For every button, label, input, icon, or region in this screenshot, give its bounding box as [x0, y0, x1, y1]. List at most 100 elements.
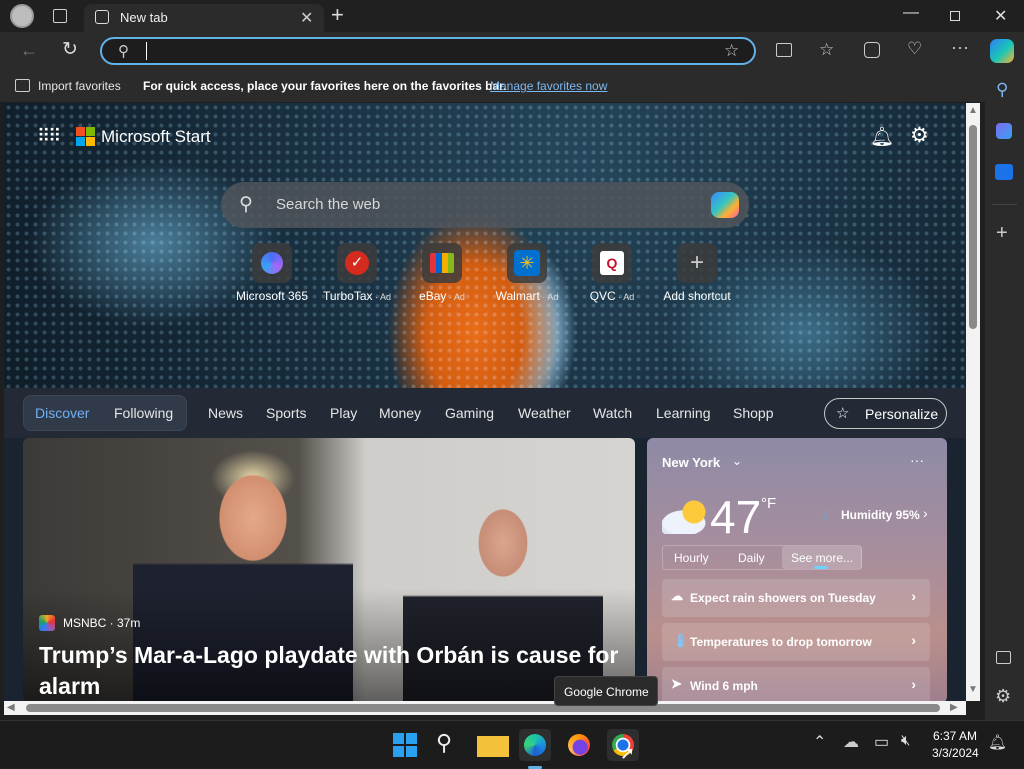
- ad-badge: Ad: [380, 292, 392, 302]
- shortcut-qvc[interactable]: Q QVC · Ad: [572, 243, 652, 303]
- shortcut-turbotax[interactable]: ✓ TurboTax · Ad: [317, 243, 397, 303]
- tab-hourly[interactable]: Hourly: [674, 551, 709, 565]
- weather-card[interactable]: New York ⌄ ··· 47 °F 💧︎ Humidity 95% › H…: [647, 438, 947, 701]
- page-settings-icon[interactable]: ⚙: [910, 123, 929, 148]
- weather-row-text: Wind 6 mph: [690, 679, 758, 693]
- address-bar[interactable]: ⚲ ☆: [100, 37, 756, 65]
- firefox-icon[interactable]: [563, 729, 595, 761]
- split-screen-icon[interactable]: [776, 43, 792, 57]
- collections-icon[interactable]: [864, 42, 880, 58]
- nav-news[interactable]: News: [208, 405, 243, 421]
- brand-title[interactable]: Microsoft Start: [101, 127, 211, 147]
- top-story-card[interactable]: MSNBC · 37m Trump’s Mar-a-Lago playdate …: [23, 438, 635, 701]
- nav-shopping[interactable]: Shopp: [733, 405, 773, 421]
- network-icon[interactable]: ▭: [874, 732, 889, 752]
- more-menu-icon[interactable]: ···: [951, 37, 969, 58]
- favorites-icon[interactable]: ☆: [819, 40, 834, 60]
- nav-money[interactable]: Money: [379, 405, 421, 421]
- minimize-button[interactable]: —: [903, 4, 919, 22]
- tab-actions-icon[interactable]: [53, 9, 67, 23]
- weather-humidity: Humidity 95%: [841, 508, 920, 522]
- start-windows-icon[interactable]: [389, 729, 421, 761]
- story-source: MSNBC · 37m: [63, 616, 141, 630]
- tooltip-text: Google Chrome: [564, 685, 649, 699]
- tab-daily[interactable]: Daily: [738, 551, 765, 565]
- profile-avatar[interactable]: [10, 4, 34, 28]
- scroll-left-icon[interactable]: ◀: [7, 702, 15, 713]
- nav-learning[interactable]: Learning: [656, 405, 711, 421]
- shortcut-add[interactable]: + Add shortcut: [657, 243, 737, 303]
- new-tab-button[interactable]: +: [331, 2, 344, 28]
- outlook-icon[interactable]: [995, 164, 1013, 180]
- msnbc-logo-icon: [39, 615, 55, 631]
- sidebar-search-icon[interactable]: ⚲: [996, 80, 1008, 100]
- scroll-right-icon[interactable]: ▶: [950, 702, 958, 713]
- app-launcher-icon[interactable]: ⠿⠿: [37, 126, 61, 147]
- weather-alert-temperature[interactable]: 🌡︎ Temperatures to drop tomorrow ›: [662, 623, 930, 661]
- copilot-search-icon[interactable]: [711, 192, 739, 218]
- clock-date[interactable]: 3/3/2024: [932, 746, 979, 760]
- nav-sports[interactable]: Sports: [266, 405, 306, 421]
- nav-play[interactable]: Play: [330, 405, 357, 421]
- shortcut-microsoft-365[interactable]: Microsoft 365: [232, 243, 312, 303]
- restore-button[interactable]: [950, 11, 960, 21]
- notification-center-icon[interactable]: 🔔︎: [988, 733, 1007, 751]
- add-shortcut-icon: +: [689, 249, 704, 276]
- address-input[interactable]: [146, 42, 706, 60]
- weather-row-text: Expect rain showers on Tuesday: [690, 591, 876, 605]
- horizontal-scrollbar[interactable]: ◀ ▶: [4, 701, 966, 715]
- sidebar-settings-icon[interactable]: ⚙: [995, 686, 1011, 707]
- personalize-star-icon: ☆: [836, 405, 850, 422]
- import-favorites-button[interactable]: Import favorites: [38, 79, 121, 93]
- tab-see-more[interactable]: See more...: [791, 551, 853, 565]
- tab-new-tab[interactable]: New tab ✕: [84, 4, 324, 32]
- shortcut-walmart[interactable]: ✳ Walmart · Ad: [487, 243, 567, 303]
- tab-following[interactable]: Following: [114, 405, 173, 421]
- weather-more-icon[interactable]: ···: [910, 452, 924, 468]
- volume-muted-icon[interactable]: 🔇︎: [901, 732, 910, 749]
- file-explorer-icon[interactable]: [477, 729, 509, 761]
- edge-browser-icon[interactable]: [519, 729, 551, 769]
- vertical-scroll-thumb[interactable]: [969, 125, 977, 329]
- show-hidden-icons-chevron[interactable]: ⌃: [813, 732, 826, 752]
- vertical-scrollbar[interactable]: ▲ ▼: [966, 103, 980, 701]
- weather-wind[interactable]: ➤ Wind 6 mph ›: [662, 667, 930, 701]
- ad-badge: Ad: [547, 292, 559, 302]
- manage-favorites-link[interactable]: Manage favorites now: [490, 79, 607, 93]
- nav-watch[interactable]: Watch: [593, 405, 632, 421]
- tab-discover[interactable]: Discover: [35, 405, 89, 421]
- toolbar: ← ↻ ⚲ ☆ ☆ ♡ ···: [0, 32, 1024, 70]
- edge-logo: [524, 734, 546, 756]
- scroll-down-icon[interactable]: ▼: [968, 684, 978, 695]
- nav-weather[interactable]: Weather: [518, 405, 571, 421]
- taskbar-search-icon[interactable]: ⚲: [436, 730, 452, 756]
- refresh-button[interactable]: ↻: [62, 38, 78, 61]
- copilot-icon[interactable]: [990, 39, 1014, 63]
- browser-essentials-icon[interactable]: ♡: [907, 39, 922, 59]
- back-button[interactable]: ←: [20, 40, 38, 61]
- close-window-button[interactable]: ✕: [994, 6, 1007, 26]
- horizontal-scroll-thumb[interactable]: [26, 704, 940, 712]
- weather-alert-rain[interactable]: ☁ Expect rain showers on Tuesday ›: [662, 579, 930, 617]
- new-tab-page: ⠿⠿ Microsoft Start 🔔︎ ⚙ ⚲ Search the web…: [4, 103, 966, 701]
- clock-time[interactable]: 6:37 AM: [933, 729, 977, 743]
- favorites-bar-message: For quick access, place your favorites h…: [143, 79, 507, 93]
- favorite-star-icon[interactable]: ☆: [724, 41, 739, 61]
- personalize-button[interactable]: ☆ Personalize: [824, 398, 947, 429]
- cloud-sun-icon: [662, 498, 710, 534]
- weather-location[interactable]: New York: [662, 455, 720, 470]
- ebay-bag-icon: [430, 253, 454, 273]
- story-headline[interactable]: Trump’s Mar-a-Lago playdate with Orbán i…: [39, 640, 629, 701]
- scroll-up-icon[interactable]: ▲: [968, 105, 978, 116]
- shortcut-ebay[interactable]: eBay · Ad: [402, 243, 482, 303]
- add-sidebar-app-icon[interactable]: +: [996, 222, 1008, 245]
- web-search-box[interactable]: ⚲ Search the web: [221, 182, 749, 228]
- hide-sidebar-icon[interactable]: [996, 651, 1011, 664]
- humidity-chevron-icon[interactable]: ›: [923, 505, 928, 521]
- close-tab-icon[interactable]: ✕: [300, 8, 313, 28]
- location-dropdown-icon[interactable]: ⌄: [732, 454, 742, 468]
- sidebar-copilot-icon[interactable]: [996, 123, 1012, 139]
- nav-gaming[interactable]: Gaming: [445, 405, 494, 421]
- notifications-bell-icon[interactable]: 🔔︎: [870, 125, 894, 149]
- onedrive-icon[interactable]: ☁: [843, 732, 859, 752]
